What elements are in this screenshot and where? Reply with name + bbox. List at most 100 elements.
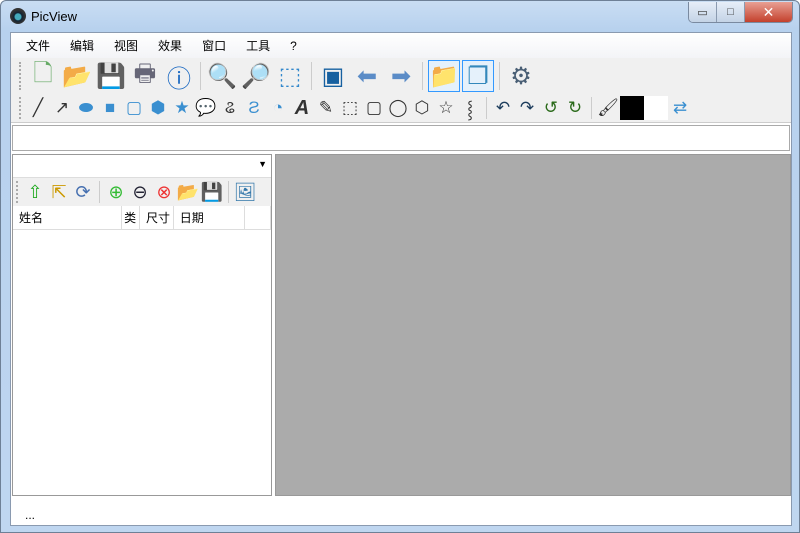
easel-icon: ▣ — [321, 62, 345, 90]
line-button[interactable]: ╱ — [27, 97, 49, 119]
select-rounded-button[interactable]: ▢ — [363, 97, 385, 119]
hexagon-icon: ⬢ — [150, 98, 166, 117]
open-file-icon: 📂 — [176, 181, 200, 202]
open-file-button[interactable]: 📂 — [177, 181, 199, 203]
window-title: PicView — [31, 9, 78, 24]
windows-cascade-button[interactable]: ❐ — [462, 60, 494, 92]
menu-item[interactable]: 编辑 — [70, 37, 94, 54]
column-header[interactable]: 尺寸 — [140, 206, 174, 229]
images-button[interactable]: 🖼 — [234, 181, 257, 203]
menu-item[interactable]: 视图 — [114, 37, 138, 54]
arrow-line-icon: ↗ — [54, 98, 70, 117]
browser-toolbar: ⇧ ⇱ ⟳ ⊕ ⊖ ⊗ 📂 💾 🖼 — [13, 178, 271, 206]
toolbar-grip[interactable] — [19, 61, 22, 91]
app-eye-icon — [10, 8, 26, 24]
toolbar-separator — [422, 61, 423, 91]
column-header-empty — [245, 206, 271, 229]
info-button[interactable]: ⓘ — [163, 60, 195, 93]
eyedropper-icon: ✎ — [318, 98, 334, 117]
rounded-rect-button[interactable]: ▢ — [123, 97, 145, 119]
folder-button[interactable]: 📁 — [428, 60, 460, 92]
print-button[interactable]: 🖶 — [129, 60, 161, 92]
select-rect-icon: ⬚ — [341, 98, 359, 117]
ellipse-button[interactable]: ⬬ — [75, 97, 97, 119]
fit-page-button[interactable]: ⬚ — [274, 60, 306, 92]
fill-bucket-icon: ◔ — [272, 98, 284, 117]
save-icon: 💾 — [96, 62, 126, 90]
open-folder-button[interactable]: 📂 — [61, 60, 93, 92]
rotate-left-button[interactable]: ↺ — [540, 97, 562, 119]
speech-bubble-icon: 💬 — [195, 98, 217, 117]
save-download-icon: 💾 — [200, 181, 224, 202]
brush-icon: 🖌 — [597, 98, 619, 117]
redo-button[interactable]: ↷ — [516, 97, 538, 119]
rectangle-button[interactable]: ■ — [99, 97, 121, 119]
add-button[interactable]: ⊕ — [105, 181, 127, 203]
maximize-button[interactable]: □ — [717, 2, 745, 22]
zoom-out-button[interactable]: 🔎 — [240, 60, 272, 92]
refresh-icon: ⟳ — [75, 181, 91, 202]
zoom-in-button[interactable]: 🔍 — [206, 60, 238, 92]
folder-up-button[interactable]: ⇧ — [24, 181, 46, 203]
settings-gear-button[interactable]: ⚙ — [505, 60, 537, 92]
menu-item[interactable]: 文件 — [26, 37, 50, 54]
close-button[interactable]: ✕ — [745, 2, 792, 22]
menu-item[interactable]: ? — [290, 39, 297, 53]
dropdown-arrow-icon[interactable]: ▼ — [258, 159, 267, 169]
background-color-swatch[interactable] — [644, 96, 668, 120]
file-browser-panel: ▼ ⇧ ⇱ ⟳ ⊕ ⊖ ⊗ 📂 💾 🖼 姓名类尺寸 日期 — [12, 154, 272, 496]
toolbar-grip[interactable] — [19, 96, 22, 120]
column-header[interactable]: 日期 — [174, 206, 246, 229]
rectangle-icon: ■ — [104, 98, 116, 117]
windows-cascade-icon: ❐ — [467, 62, 489, 90]
arrow-left-button[interactable]: ⬅ — [351, 60, 383, 92]
save-button[interactable]: 💾 — [95, 60, 127, 92]
ellipse-icon: ⬬ — [78, 98, 94, 117]
free-shape-button[interactable]: Ƨ — [243, 97, 265, 119]
remove-button[interactable]: ⊖ — [129, 181, 151, 203]
minimize-button[interactable]: ▭ — [689, 2, 717, 22]
save-download-button[interactable]: 💾 — [201, 181, 223, 203]
freehand-button[interactable]: ଌ — [219, 97, 241, 119]
star-icon: ★ — [174, 98, 190, 117]
arrow-line-button[interactable]: ↗ — [51, 97, 73, 119]
menu-item[interactable]: 窗口 — [202, 37, 226, 54]
arrow-left-icon: ⬅ — [356, 62, 378, 90]
rounded-rect-icon: ▢ — [125, 98, 143, 117]
select-star-icon: ☆ — [438, 98, 454, 117]
toolbar-separator — [311, 61, 312, 91]
select-rect-button[interactable]: ⬚ — [339, 97, 361, 119]
foreground-color-swatch[interactable] — [620, 96, 644, 120]
text-icon: A — [294, 96, 310, 119]
column-header[interactable]: 姓名 — [13, 206, 123, 229]
easel-button[interactable]: ▣ — [317, 60, 349, 92]
folder-select-button[interactable]: ⇱ — [48, 181, 70, 203]
speech-bubble-button[interactable]: 💬 — [195, 97, 217, 119]
text-button[interactable]: A — [291, 97, 313, 119]
new-file-button[interactable]: 🗋 — [27, 60, 59, 92]
address-input[interactable] — [12, 125, 790, 151]
swap-colors-button[interactable]: ⇄ — [669, 97, 691, 119]
menu-item[interactable]: 效果 — [158, 37, 182, 54]
refresh-button[interactable]: ⟳ — [72, 181, 94, 203]
select-hexagon-button[interactable]: ⬡ — [411, 97, 433, 119]
delete-button[interactable]: ⊗ — [153, 181, 175, 203]
image-view-area[interactable] — [275, 154, 791, 496]
star-button[interactable]: ★ — [171, 97, 193, 119]
arrow-right-button[interactable]: ➡ — [385, 60, 417, 92]
rotate-right-button[interactable]: ↻ — [564, 97, 586, 119]
select-ellipse-button[interactable]: ◯ — [387, 97, 409, 119]
file-list[interactable] — [13, 230, 271, 490]
select-star-button[interactable]: ☆ — [435, 97, 457, 119]
select-free-button[interactable]: ⸾ — [459, 97, 481, 119]
menu-item[interactable]: 工具 — [246, 37, 270, 54]
eyedropper-button[interactable]: ✎ — [315, 97, 337, 119]
brush-button[interactable]: 🖌 — [597, 97, 619, 119]
toolbar-grip[interactable] — [16, 180, 19, 204]
column-header[interactable]: 类 — [122, 206, 140, 229]
hexagon-button[interactable]: ⬢ — [147, 97, 169, 119]
folder-combobox[interactable]: ▼ — [13, 155, 271, 178]
fill-bucket-button[interactable]: ◔ — [267, 97, 289, 119]
undo-button[interactable]: ↶ — [492, 97, 514, 119]
toolbar-separator — [228, 180, 229, 204]
